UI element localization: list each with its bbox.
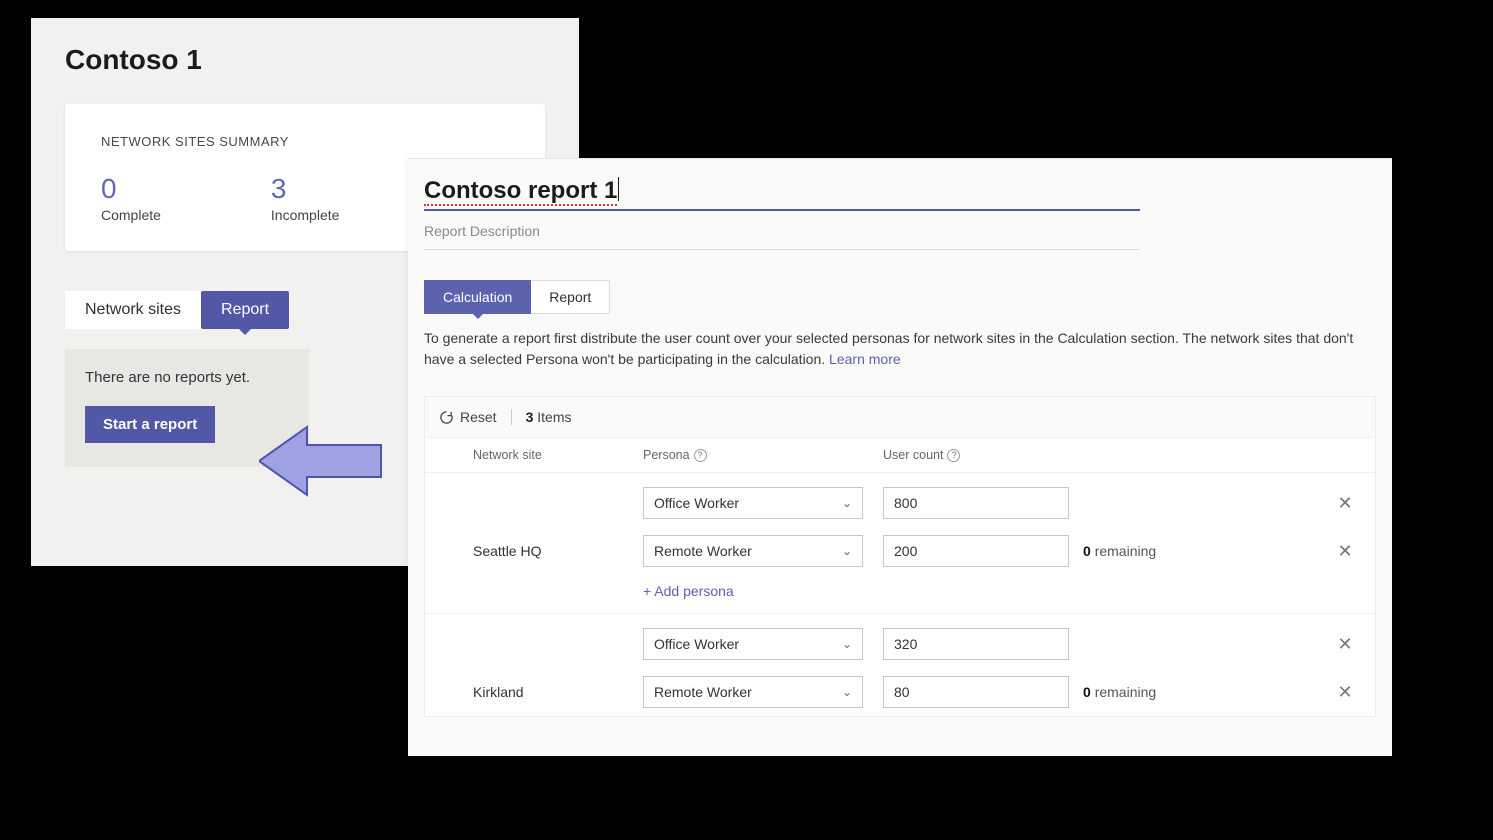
reset-button[interactable]: Reset xyxy=(439,409,497,425)
persona-row: Kirkland Remote Worker ⌄ 0 remaining ✕ xyxy=(425,676,1375,708)
stat-incomplete: 3 Incomplete xyxy=(271,173,339,223)
user-count-input[interactable] xyxy=(883,676,1069,708)
user-count-input[interactable] xyxy=(883,535,1069,567)
remove-row-button[interactable]: ✕ xyxy=(1315,541,1375,562)
site-name: Kirkland xyxy=(473,684,643,700)
tab-calculation[interactable]: Calculation xyxy=(424,280,531,314)
persona-row: Office Worker ⌄ ✕ xyxy=(425,628,1375,660)
persona-value: Remote Worker xyxy=(654,543,752,559)
tab-report[interactable]: Report xyxy=(201,291,289,329)
persona-select[interactable]: Office Worker ⌄ xyxy=(643,487,863,519)
text-cursor xyxy=(618,177,619,201)
stat-complete-label: Complete xyxy=(101,207,161,223)
calculation-grid: Reset 3 Items Network site Persona ? Use… xyxy=(424,396,1376,717)
chevron-down-icon: ⌄ xyxy=(842,685,852,699)
tab-report-view[interactable]: Report xyxy=(531,280,610,314)
item-count-number: 3 xyxy=(526,409,534,425)
col-network-site: Network site xyxy=(473,448,643,462)
report-empty-state: There are no reports yet. Start a report xyxy=(65,349,309,467)
reset-label: Reset xyxy=(460,409,497,425)
start-report-button[interactable]: Start a report xyxy=(85,406,215,443)
report-editor-panel: Contoso report 1 Report Description Calc… xyxy=(408,158,1392,756)
remove-row-button[interactable]: ✕ xyxy=(1315,634,1375,655)
grid-header: Network site Persona ? User count ? xyxy=(425,438,1375,473)
tab-network-sites[interactable]: Network sites xyxy=(65,291,201,329)
persona-select[interactable]: Remote Worker ⌄ xyxy=(643,676,863,708)
col-user-count: User count ? xyxy=(883,448,1083,462)
persona-row: Seattle HQ Remote Worker ⌄ 0 remaining ✕ xyxy=(425,535,1375,567)
persona-select[interactable]: Office Worker ⌄ xyxy=(643,628,863,660)
col-user-count-label: User count xyxy=(883,448,943,462)
site-block: Office Worker ⌄ ✕ Kirkland Remote Worker… xyxy=(425,614,1375,716)
stat-incomplete-value: 3 xyxy=(271,173,339,205)
persona-select[interactable]: Remote Worker ⌄ xyxy=(643,535,863,567)
learn-more-link[interactable]: Learn more xyxy=(829,351,901,367)
instruction-text: To generate a report first distribute th… xyxy=(424,328,1364,370)
site-block: Office Worker ⌄ ✕ Seattle HQ Remote Work… xyxy=(425,473,1375,614)
persona-value: Remote Worker xyxy=(654,684,752,700)
no-reports-text: There are no reports yet. xyxy=(85,369,289,386)
info-icon[interactable]: ? xyxy=(694,449,707,462)
stat-complete-value: 0 xyxy=(101,173,161,205)
persona-row: Office Worker ⌄ ✕ xyxy=(425,487,1375,519)
stat-incomplete-label: Incomplete xyxy=(271,207,339,223)
grid-toolbar: Reset 3 Items xyxy=(425,397,1375,438)
remaining-value: 0 xyxy=(1083,543,1091,559)
chevron-down-icon: ⌄ xyxy=(842,496,852,510)
remove-row-button[interactable]: ✕ xyxy=(1315,682,1375,703)
item-count: 3 Items xyxy=(526,409,572,425)
summary-heading: NETWORK SITES SUMMARY xyxy=(101,134,509,149)
remaining-text: 0 remaining xyxy=(1083,543,1315,559)
remaining-text: 0 remaining xyxy=(1083,684,1315,700)
add-persona-button[interactable]: + Add persona xyxy=(643,583,1375,599)
remove-row-button[interactable]: ✕ xyxy=(1315,493,1375,514)
report-title-text: Contoso report 1 xyxy=(424,177,617,206)
persona-value: Office Worker xyxy=(654,495,739,511)
toolbar-divider xyxy=(511,409,512,425)
chevron-down-icon: ⌄ xyxy=(842,637,852,651)
chevron-down-icon: ⌄ xyxy=(842,544,852,558)
user-count-input[interactable] xyxy=(883,628,1069,660)
remaining-label: remaining xyxy=(1095,543,1156,559)
report-section-tabs: Calculation Report xyxy=(424,280,1376,314)
user-count-input[interactable] xyxy=(883,487,1069,519)
info-icon[interactable]: ? xyxy=(947,449,960,462)
refresh-icon xyxy=(439,410,454,425)
stat-complete: 0 Complete xyxy=(101,173,161,223)
report-title-field[interactable]: Contoso report 1 xyxy=(424,177,1140,211)
site-name: Seattle HQ xyxy=(473,543,643,559)
remaining-value: 0 xyxy=(1083,684,1091,700)
persona-value: Office Worker xyxy=(654,636,739,652)
report-description-field[interactable]: Report Description xyxy=(424,223,1140,250)
page-title: Contoso 1 xyxy=(65,44,545,76)
remaining-label: remaining xyxy=(1095,684,1156,700)
col-persona-label: Persona xyxy=(643,448,690,462)
col-persona: Persona ? xyxy=(643,448,883,462)
item-count-label: Items xyxy=(537,409,571,425)
